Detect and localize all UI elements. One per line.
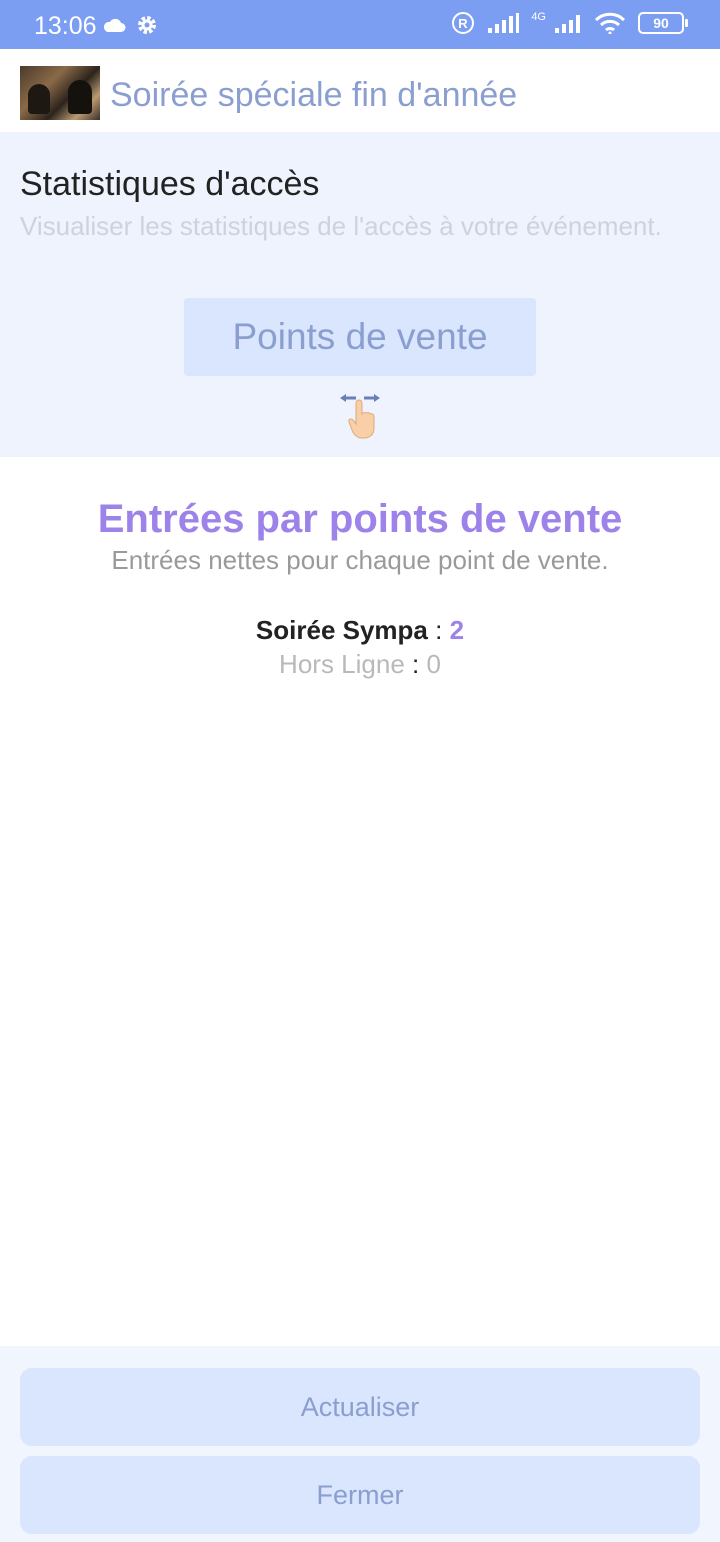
- svg-text:R: R: [459, 16, 469, 31]
- pos-value: 0: [426, 649, 441, 679]
- signal-icon: [488, 13, 520, 33]
- event-title: Soirée spéciale fin d'année: [110, 76, 518, 114]
- points-de-vente-button[interactable]: Points de vente: [184, 298, 536, 376]
- event-header: Soirée spéciale fin d'année: [4, 49, 716, 132]
- stats-description: Visualiser les statistiques de l'accès à…: [20, 211, 662, 241]
- status-right-icons: R 4G 90: [451, 10, 688, 35]
- battery-level: 90: [653, 15, 669, 31]
- stats-section: Statistiques d'accès Visualiser les stat…: [0, 132, 720, 457]
- event-thumbnail: [20, 66, 100, 120]
- refresh-button[interactable]: Actualiser: [20, 1368, 700, 1446]
- list-item: Hors Ligne : 0: [0, 648, 720, 680]
- status-left-icons: [102, 14, 158, 36]
- status-time: 13:06: [34, 12, 97, 40]
- footer: Actualiser Fermer: [0, 1346, 720, 1542]
- network-type-label: 4G: [531, 10, 546, 23]
- pos-value: 2: [449, 615, 465, 645]
- settings-gear-icon: [138, 16, 156, 34]
- registered-icon: R: [452, 12, 475, 34]
- status-bar: 13:06 R 4G 90: [0, 0, 720, 49]
- pos-name: Hors Ligne: [279, 649, 405, 679]
- swipe-hand-icon: [340, 394, 380, 439]
- cloud-icon: [103, 18, 126, 32]
- separator: :: [412, 649, 420, 679]
- separator: :: [435, 615, 443, 645]
- main-title: Entrées par points de vente: [97, 497, 623, 541]
- list-item: Soirée Sympa : 2: [0, 614, 720, 646]
- signal-4g-icon: [555, 15, 580, 33]
- main-subtitle: Entrées nettes pour chaque point de vent…: [111, 545, 609, 575]
- stats-title: Statistiques d'accès: [20, 165, 320, 203]
- wifi-icon: [594, 12, 626, 34]
- battery-icon: 90: [638, 12, 688, 34]
- pos-name: Soirée Sympa: [255, 615, 428, 645]
- close-button[interactable]: Fermer: [20, 1456, 700, 1534]
